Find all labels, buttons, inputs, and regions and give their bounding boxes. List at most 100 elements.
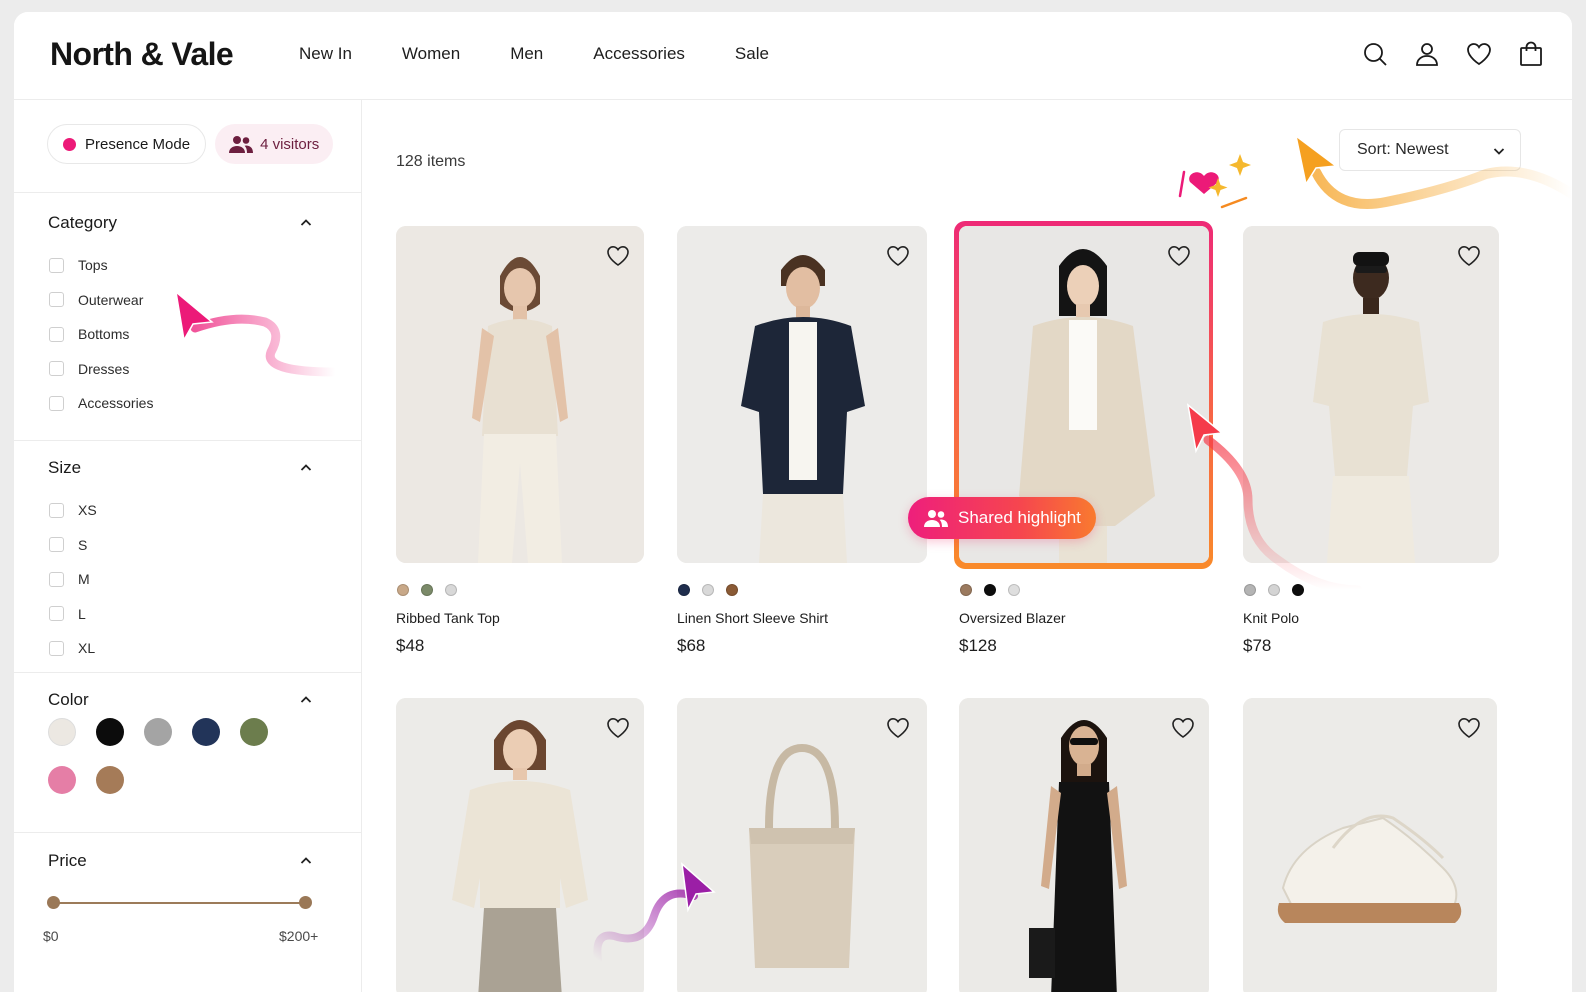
color-swatch-tan[interactable] [96,766,124,794]
checkbox[interactable] [49,537,64,553]
checkbox[interactable] [49,502,64,518]
wishlist-heart-icon[interactable] [1170,715,1196,741]
wishlist-heart-icon[interactable] [885,243,911,269]
category-option-dresses[interactable]: Dresses [49,352,153,387]
product-image[interactable] [677,698,927,992]
category-option-tops[interactable]: Tops [49,248,153,283]
product-card[interactable]: Ribbed Tank Top $48 [396,226,644,656]
product-name[interactable]: Knit Polo [1243,610,1299,626]
price-filter-title[interactable]: Price [48,851,87,871]
color-dot[interactable] [1268,584,1280,596]
product-name[interactable]: Ribbed Tank Top [396,610,500,626]
shared-highlight-label: Shared highlight [958,508,1081,527]
color-dot[interactable] [960,584,972,596]
chevron-up-icon[interactable] [298,692,314,708]
checkbox[interactable] [49,257,64,273]
color-dot[interactable] [726,584,738,596]
color-filter-title[interactable]: Color [48,690,89,710]
presence-mode-toggle[interactable]: Presence Mode [47,124,207,164]
checkbox[interactable] [49,361,64,377]
wishlist-heart-icon[interactable] [605,715,631,741]
size-filter-title[interactable]: Size [48,458,81,478]
slider-min-handle[interactable] [47,896,60,909]
product-card[interactable] [1243,698,1497,992]
chevron-up-icon[interactable] [298,460,314,476]
nav-men[interactable]: Men [510,44,543,64]
product-card[interactable]: Linen Short Sleeve Shirt $68 [677,226,927,656]
size-options: XS S M L XL [49,493,97,666]
color-swatch-black[interactable] [96,718,124,746]
wishlist-heart-icon[interactable] [1466,41,1492,67]
product-image[interactable] [677,226,927,563]
color-dot[interactable] [445,584,457,596]
color-swatch-grey[interactable] [144,718,172,746]
product-image[interactable] [959,698,1209,992]
header-actions [1362,41,1544,67]
color-dot[interactable] [1292,584,1304,596]
shared-highlight-badge[interactable]: Shared highlight [908,497,1096,539]
category-option-outerwear[interactable]: Outerwear [49,283,153,318]
color-dot[interactable] [1244,584,1256,596]
nav-accessories[interactable]: Accessories [593,44,685,64]
brand-logo[interactable]: North & Vale [50,36,234,73]
white-sneakers-photo [1243,698,1497,992]
color-swatch-olive[interactable] [240,718,268,746]
color-dot[interactable] [421,584,433,596]
checkbox[interactable] [49,606,64,622]
color-dot[interactable] [397,584,409,596]
account-icon[interactable] [1414,41,1440,67]
product-image[interactable] [396,698,644,992]
nav-new-in[interactable]: New In [299,44,352,64]
color-swatch-navy[interactable] [192,718,220,746]
product-card[interactable] [959,698,1209,992]
checkbox[interactable] [49,640,64,656]
product-name[interactable]: Linen Short Sleeve Shirt [677,610,828,626]
chevron-up-icon[interactable] [298,215,314,231]
size-option-m[interactable]: M [49,562,97,597]
slider-track [53,902,306,904]
color-dot[interactable] [1008,584,1020,596]
product-image[interactable] [396,226,644,563]
category-filter-title[interactable]: Category [48,213,117,233]
wishlist-heart-icon[interactable] [605,243,631,269]
size-option-l[interactable]: L [49,597,97,632]
product-card[interactable] [677,698,927,992]
nav-sale[interactable]: Sale [735,44,769,64]
color-dot[interactable] [984,584,996,596]
product-name[interactable]: Oversized Blazer [959,610,1066,626]
nav-women[interactable]: Women [402,44,460,64]
shopping-bag-icon[interactable] [1518,41,1544,67]
price-range-slider[interactable] [47,896,312,910]
size-option-xl[interactable]: XL [49,631,97,666]
category-option-bottoms[interactable]: Bottoms [49,317,153,352]
category-option-accessories[interactable]: Accessories [49,386,153,421]
wishlist-heart-icon[interactable] [885,715,911,741]
product-card[interactable]: Knit Polo $78 [1243,226,1499,656]
color-dot[interactable] [702,584,714,596]
wishlist-heart-icon[interactable] [1456,243,1482,269]
checkbox[interactable] [49,571,64,587]
product-image[interactable] [1243,698,1497,992]
search-icon[interactable] [1362,41,1388,67]
checkbox[interactable] [49,326,64,342]
color-swatch-cream[interactable] [48,718,76,746]
color-dot[interactable] [678,584,690,596]
product-card-highlighted[interactable]: Oversized Blazer $128 [959,226,1209,656]
slider-max-handle[interactable] [299,896,312,909]
size-option-xs[interactable]: XS [49,493,97,528]
sort-label: Sort: Newest [1357,141,1449,158]
chevron-up-icon[interactable] [298,853,314,869]
product-image[interactable] [1243,226,1499,563]
wishlist-heart-icon[interactable] [1456,715,1482,741]
chevron-down-icon [1493,148,1505,155]
sort-dropdown[interactable]: Sort: Newest [1339,129,1521,171]
visitors-button[interactable]: 4 visitors [215,124,334,164]
color-swatches [48,718,308,794]
color-options [960,584,1020,596]
checkbox[interactable] [49,395,64,411]
size-option-s[interactable]: S [49,528,97,563]
checkbox[interactable] [49,292,64,308]
wishlist-heart-icon[interactable] [1166,243,1192,269]
product-card[interactable] [396,698,644,992]
color-swatch-pink[interactable] [48,766,76,794]
